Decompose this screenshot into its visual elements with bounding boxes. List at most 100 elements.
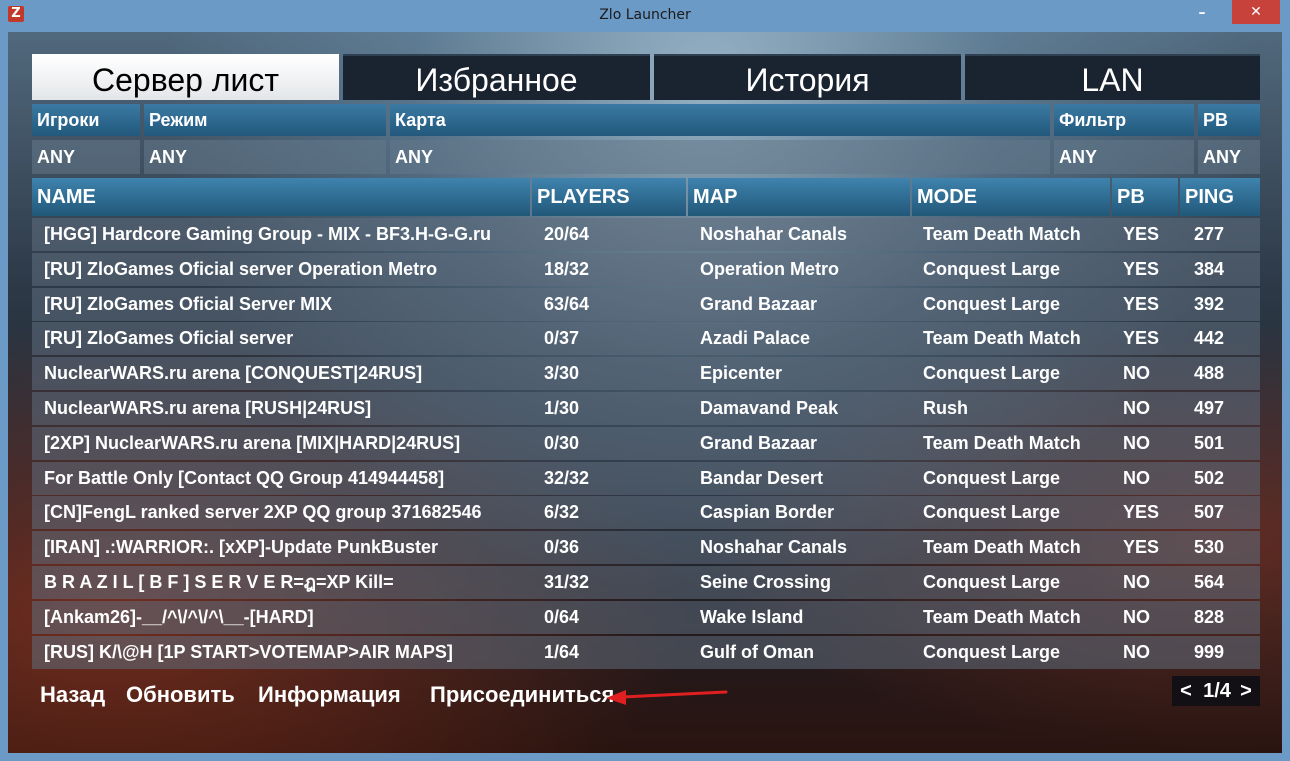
table-row[interactable]: [Ankam26]-__/^\/^\/^\__-[HARD] 0/64 Wake… [32,600,1260,634]
server-ping: 564 [1194,571,1225,592]
server-pb: YES [1123,328,1160,349]
server-name: For Battle Only [Contact QQ Group 414944… [44,467,445,488]
server-name: [2XP] NuclearWARS.ru arena [MIX|HARD|24R… [44,432,461,453]
server-pb: NO [1123,571,1150,592]
server-players: 20/64 [544,224,590,244]
server-players: 0/37 [544,328,580,349]
server-ping: 442 [1194,328,1225,349]
server-name: B R A Z I L [ B F ] S E R V E R=ฎ=XP Kil… [44,571,394,592]
table-row[interactable]: [IRAN] .:WARRIOR:. [xXP]-Update PunkBust… [32,531,1260,565]
server-players: 1/64 [544,641,580,662]
launcher-window: Z Zlo Launcher – ✕ Сервер лист Избранное… [0,0,1290,761]
minimize-button[interactable]: – [1182,4,1222,26]
server-pb: NO [1123,467,1150,488]
filter-map-label: Карта [390,104,1050,136]
join-button[interactable]: Присоединиться [430,680,614,710]
tab-history[interactable]: История [654,54,961,100]
server-map: Operation Metro [700,258,840,279]
server-map: Wake Island [700,606,804,627]
server-name: [RU] ZloGames Oficial server Operation M… [44,258,438,279]
pagination: < 1/4 > [1172,676,1260,706]
server-map: Azadi Palace [700,328,811,349]
tab-server-list[interactable]: Сервер лист [32,54,339,100]
column-header-map[interactable]: MAP [688,178,910,216]
server-players: 18/32 [544,258,590,279]
filter-filter-label: Фильтр [1054,104,1194,136]
server-pb: NO [1123,432,1150,453]
server-pb: NO [1123,363,1150,384]
close-button[interactable]: ✕ [1232,0,1280,24]
server-players: 31/32 [544,571,590,592]
server-players: 6/32 [544,502,580,523]
back-button[interactable]: Назад [40,680,105,710]
tab-lan[interactable]: LAN [965,54,1260,100]
filter-mode-select[interactable]: ANY [144,140,386,174]
table-row[interactable]: For Battle Only [Contact QQ Group 414944… [32,461,1260,495]
server-pb: NO [1123,397,1150,418]
server-ping: 502 [1194,467,1225,488]
filter-players-label: Игроки [32,104,140,136]
table-row[interactable]: NuclearWARS.ru arena [CONQUEST|24RUS] 3/… [32,357,1260,391]
table-row[interactable]: [HGG] Hardcore Gaming Group - MIX - BF3.… [32,218,1260,251]
server-ping: 828 [1194,606,1225,627]
table-row[interactable]: [RU] ZloGames Oficial server Operation M… [32,252,1260,286]
next-page-button[interactable]: > [1236,676,1256,706]
table-row[interactable]: [RUS] K/\@H [1P START>VOTEMAP>AIR MAPS] … [32,635,1260,669]
server-mode: Conquest Large [923,293,1061,314]
server-map: Seine Crossing [700,571,832,592]
client-area: Сервер лист Избранное История LAN Игроки… [8,32,1282,753]
table-row[interactable]: NuclearWARS.ru arena [RUSH|24RUS] 1/30 D… [32,391,1260,425]
column-header-ping[interactable]: PING [1180,178,1260,216]
tab-favorites[interactable]: Избранное [343,54,650,100]
table-row[interactable]: [2XP] NuclearWARS.ru arena [MIX|HARD|24R… [32,426,1260,460]
server-players: 1/30 [544,397,580,418]
server-pb: YES [1123,537,1160,558]
server-name: NuclearWARS.ru arena [CONQUEST|24RUS] [44,363,423,384]
filter-map-select[interactable]: ANY [390,140,1050,174]
server-ping: 999 [1194,641,1225,662]
server-pb: NO [1123,641,1150,662]
filter-pb-select[interactable]: ANY [1198,140,1260,174]
table-row[interactable]: [RU] ZloGames Oficial server 0/37 Azadi … [32,322,1260,356]
server-map: Noshahar Canals [700,537,848,558]
server-players: 32/32 [544,467,590,488]
table-row[interactable]: B R A Z I L [ B F ] S E R V E R=ฎ=XP Kil… [32,565,1260,599]
column-header-pb[interactable]: PB [1112,178,1178,216]
server-map: Gulf of Oman [700,641,814,662]
info-button[interactable]: Информация [258,680,401,710]
server-ping: 277 [1194,224,1225,244]
server-mode: Conquest Large [923,363,1061,384]
server-mode: Team Death Match [923,432,1081,453]
prev-page-button[interactable]: < [1176,676,1196,706]
server-map: Damavand Peak [700,397,839,418]
server-name: [IRAN] .:WARRIOR:. [xXP]-Update PunkBust… [44,537,439,558]
server-mode: Conquest Large [923,502,1061,523]
server-name: NuclearWARS.ru arena [RUSH|24RUS] [44,397,372,418]
server-pb: YES [1123,502,1160,523]
column-header-name[interactable]: NAME [32,178,530,216]
filter-players-select[interactable]: ANY [32,140,140,174]
server-players: 63/64 [544,293,590,314]
server-mode: Team Death Match [923,224,1081,244]
table-row[interactable]: [CN]FengL ranked server 2XP QQ group 371… [32,496,1260,530]
server-name: [RUS] K/\@H [1P START>VOTEMAP>AIR MAPS] [44,641,453,662]
column-header-players[interactable]: PLAYERS [532,178,686,216]
server-map: Noshahar Canals [700,224,848,244]
server-map: Grand Bazaar [700,293,818,314]
refresh-button[interactable]: Обновить [126,680,235,710]
server-map: Bandar Desert [700,467,824,488]
server-map: Grand Bazaar [700,432,818,453]
filter-mode-label: Режим [144,104,386,136]
server-mode: Team Death Match [923,606,1081,627]
server-name: [CN]FengL ranked server 2XP QQ group 371… [44,502,482,523]
server-name: [RU] ZloGames Oficial server [44,328,294,349]
table-row[interactable]: [RU] ZloGames Oficial Server MIX 63/64 G… [32,287,1260,321]
server-ping: 501 [1194,432,1225,453]
filter-filter-select[interactable]: ANY [1054,140,1194,174]
column-header-mode[interactable]: MODE [912,178,1110,216]
server-map: Epicenter [700,363,783,384]
server-mode: Conquest Large [923,641,1061,662]
server-mode: Conquest Large [923,571,1061,592]
title-bar[interactable]: Z Zlo Launcher – ✕ [0,0,1290,32]
server-ping: 384 [1194,258,1225,279]
